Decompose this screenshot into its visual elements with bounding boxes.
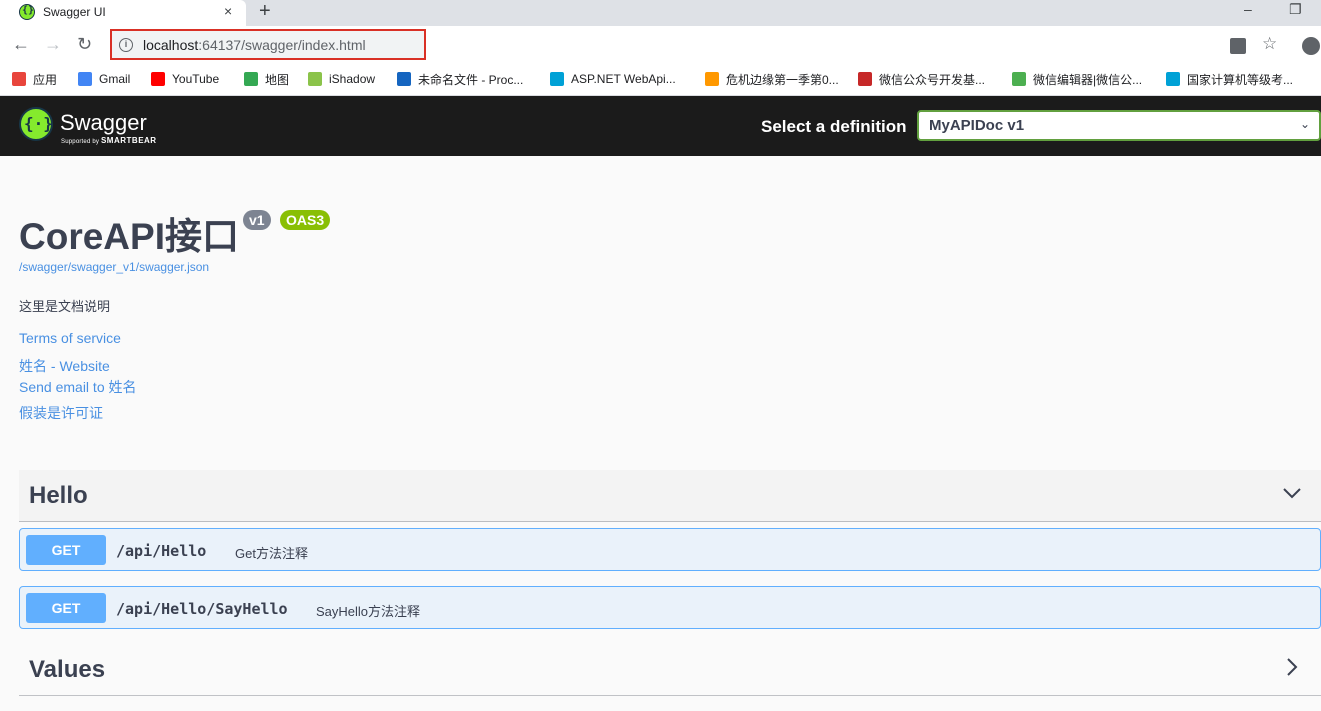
bookmark-maps[interactable]: 地图 [244, 70, 289, 88]
bookmark-processon[interactable]: 未命名文件 - Proc... [397, 70, 523, 88]
tab-close-icon[interactable]: × [224, 3, 232, 19]
maps-icon [244, 72, 258, 86]
tag-section-hello[interactable]: Hello [19, 470, 1321, 522]
browser-toolbar: ← → ↻ i localhost:64137/swagger/index.ht… [0, 26, 1321, 64]
spec-url-link[interactable]: /swagger/swagger_v1/swagger.json [19, 260, 209, 274]
operation-path: /api/Hello/SayHello [116, 600, 288, 618]
chevron-down-icon: ⌄ [1300, 117, 1311, 131]
version-badge: v1 [243, 210, 271, 230]
tab-title: Swagger UI [43, 5, 106, 19]
definition-select[interactable]: MyAPIDoc v1 ⌄ [917, 110, 1321, 141]
bilibili-icon [550, 72, 564, 86]
star-icon[interactable]: ☆ [1262, 34, 1277, 54]
apps-grid-icon [12, 72, 26, 86]
browser-tab[interactable]: Swagger UI × [0, 0, 246, 26]
minimize-button[interactable]: – [1244, 1, 1252, 17]
bookmark-ncre[interactable]: 国家计算机等级考... [1166, 70, 1293, 88]
back-arrow-icon[interactable]: ← [12, 34, 30, 55]
operation-get-sayhello[interactable]: GET /api/Hello/SayHello SayHello方法注释 [19, 586, 1321, 629]
site-info-icon[interactable]: i [119, 38, 133, 52]
ishadow-icon [308, 72, 322, 86]
bookmark-gmail[interactable]: Gmail [78, 70, 130, 88]
oas-badge: OAS3 [280, 210, 331, 230]
google-icon [78, 72, 92, 86]
definition-label: Select a definition [761, 117, 907, 136]
swagger-topbar: {·} Swagger Supported by SMARTBEAR Selec… [0, 96, 1321, 156]
editor-icon [1012, 72, 1026, 86]
forward-arrow-icon[interactable]: → [44, 34, 62, 55]
chevron-right-icon[interactable] [1281, 656, 1303, 678]
url-text[interactable]: localhost:64137/swagger/index.html [143, 37, 366, 53]
processon-icon [397, 72, 411, 86]
tag-section-values[interactable]: Values [19, 644, 1321, 696]
bookmark-wechat-editor[interactable]: 微信编辑器|微信公... [1012, 70, 1142, 88]
swagger-logo-subtitle: Supported by SMARTBEAR [61, 136, 157, 145]
translate-icon[interactable] [1230, 38, 1246, 54]
swagger-logo-text[interactable]: Swagger [60, 110, 147, 136]
bookmark-ishadow[interactable]: iShadow [308, 70, 375, 88]
swagger-logo-icon[interactable]: {·} [19, 107, 53, 141]
bookmark-apps[interactable]: 应用 [12, 70, 57, 88]
new-tab-button[interactable]: + [259, 0, 271, 23]
tab-strip: Swagger UI × + – ❐ [0, 0, 1321, 26]
address-bar[interactable]: i localhost:64137/swagger/index.html [110, 29, 426, 60]
swagger-favicon-icon [19, 4, 35, 20]
operation-summary: Get方法注释 [235, 546, 308, 561]
terms-of-service-link[interactable]: Terms of service [19, 330, 121, 346]
method-badge-get: GET [26, 535, 106, 565]
bookmark-aspnet[interactable]: ASP.NET WebApi... [550, 70, 676, 88]
contact-email-link[interactable]: Send email to 姓名 [19, 377, 137, 397]
api-description: 这里是文档说明 [19, 299, 111, 314]
tag-name: Values [29, 656, 106, 683]
operation-summary: SayHello方法注释 [316, 604, 421, 619]
chevron-down-icon[interactable] [1281, 482, 1303, 504]
bookmark-youtube[interactable]: YouTube [151, 70, 219, 88]
method-badge-get: GET [26, 593, 106, 623]
bookmark-wechat-dev[interactable]: 微信公众号开发基... [858, 70, 985, 88]
operation-get-hello[interactable]: GET /api/Hello Get方法注释 [19, 528, 1321, 571]
bilibili-icon [1166, 72, 1180, 86]
definition-select-value: MyAPIDoc v1 [929, 117, 1025, 134]
operation-path: /api/Hello [116, 542, 207, 560]
profile-avatar-icon[interactable] [1302, 37, 1320, 55]
youtube-icon [151, 72, 165, 86]
reload-icon[interactable]: ↻ [77, 34, 92, 55]
bookmarks-bar: 应用 Gmail YouTube 地图 iShadow 未命名文件 - Proc… [0, 64, 1321, 96]
tag-name: Hello [29, 482, 88, 509]
restore-button[interactable]: ❐ [1289, 1, 1302, 18]
api-title: CoreAPI接口 [19, 216, 239, 257]
csdn-icon [858, 72, 872, 86]
contact-website-link[interactable]: 姓名 - Website [19, 356, 110, 376]
bookmark-fringe[interactable]: 危机边缘第一季第0... [705, 70, 839, 88]
license-link[interactable]: 假装是许可证 [19, 403, 103, 423]
video-site-icon [705, 72, 719, 86]
